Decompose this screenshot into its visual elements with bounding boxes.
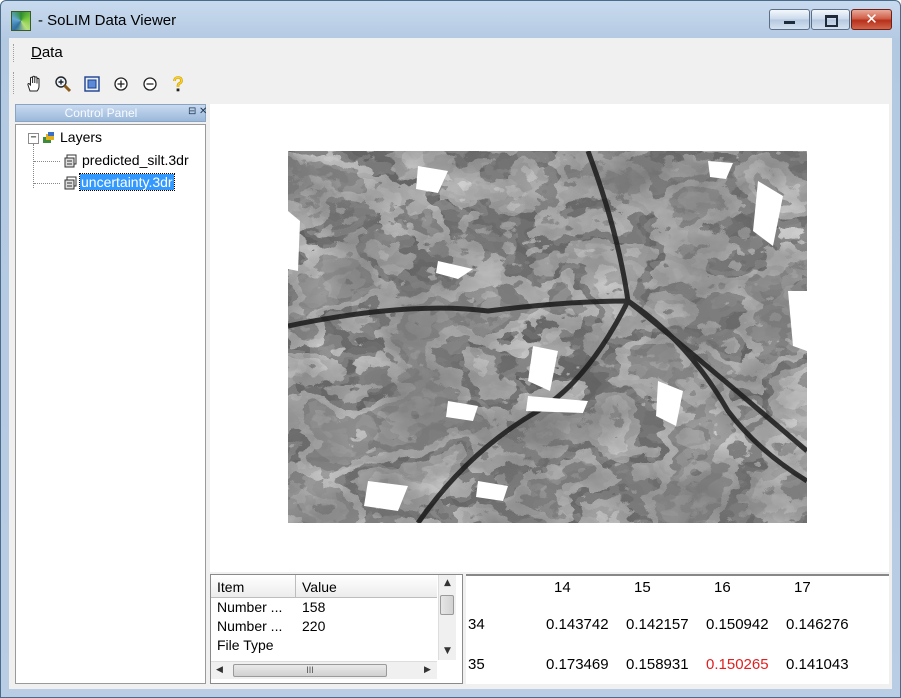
property-item: Number ... [217, 618, 283, 634]
minimize-icon [784, 21, 795, 24]
menu-data-accel: D [31, 44, 42, 61]
grid-cell-value[interactable]: 0.141043 [786, 656, 849, 673]
property-item: File Type [217, 637, 274, 653]
close-icon: ✕ [865, 10, 878, 28]
full-extent-icon[interactable] [81, 73, 103, 95]
control-panel-title: Control Panel [64, 106, 138, 120]
scroll-left-icon[interactable]: ◀ [211, 662, 228, 679]
panel-close-icon[interactable]: ✕ [199, 106, 207, 117]
column-header-value-label: Value [302, 579, 337, 595]
tree-line [33, 144, 34, 188]
toolbar [9, 68, 892, 100]
table-row[interactable]: Number ... 158 [211, 598, 437, 617]
properties-grid[interactable]: Item Value Number ... 158 Number ... 220… [210, 574, 463, 684]
grid-cell-value[interactable]: 0.143742 [546, 616, 609, 633]
zoom-in-plus-icon[interactable] [110, 73, 132, 95]
grid-column-header: 16 [714, 579, 731, 596]
grid-cell-value[interactable]: 0.146276 [786, 616, 849, 633]
grid-column-header: 15 [634, 579, 651, 596]
column-header-value[interactable]: Value [296, 575, 437, 597]
scroll-right-icon[interactable]: ▶ [419, 662, 436, 679]
grid-row-header: 35 [468, 656, 485, 673]
raster-layer-icon [64, 176, 77, 190]
grid-row-header: 34 [468, 616, 485, 633]
layer-predicted-silt[interactable]: predicted_silt.3dr [82, 152, 189, 168]
tree-root-layers[interactable]: Layers [60, 129, 102, 145]
property-item: Number ... [217, 599, 283, 615]
grid-cell-value[interactable]: 0.142157 [626, 616, 689, 633]
zoom-in-icon[interactable] [52, 73, 74, 95]
pan-hand-icon[interactable] [23, 73, 45, 95]
identify-question-icon[interactable] [167, 73, 189, 95]
grid-cell-value[interactable]: 0.150265 [706, 656, 769, 673]
client-area: Data Control Panel ⊟ ✕ − Layers predicte… [9, 38, 892, 689]
zoom-out-minus-icon[interactable] [139, 73, 161, 95]
raster-image[interactable] [288, 151, 807, 523]
scroll-up-icon[interactable]: ▲ [439, 575, 456, 592]
layer-tree[interactable]: − Layers predicted_silt.3dr uncertainty.… [15, 124, 206, 684]
cell-value-grid[interactable]: 14 15 16 17 34 0.143742 0.142157 0.150942 0.1462… [466, 574, 889, 684]
table-row[interactable]: File Type [211, 636, 437, 655]
close-button[interactable]: ✕ [851, 9, 892, 30]
layer-uncertainty[interactable]: uncertainty.3dr [79, 173, 175, 191]
grid-column-header: 17 [794, 579, 811, 596]
grid-cell-value[interactable]: 0.173469 [546, 656, 609, 673]
window-frame: - SoLIM Data Viewer ✕ Data Control Panel… [0, 0, 901, 698]
control-panel-header: Control Panel ⊟ ✕ [15, 104, 207, 122]
grid-column-header: 14 [554, 579, 571, 596]
menu-bar: Data [9, 38, 892, 68]
maximize-icon [825, 15, 838, 27]
pin-icon[interactable]: ⊟ [188, 106, 196, 117]
menu-data[interactable]: Data [23, 43, 71, 62]
menu-grip[interactable] [13, 44, 16, 62]
tree-line [34, 183, 60, 184]
column-header-item[interactable]: Item [211, 575, 296, 597]
tree-line [34, 161, 60, 162]
maximize-button[interactable] [811, 9, 850, 30]
horizontal-scroll-thumb[interactable]: III [233, 664, 387, 677]
map-view[interactable] [210, 104, 889, 572]
minimize-button[interactable] [769, 9, 810, 30]
toolbar-grip[interactable] [13, 72, 16, 94]
title-bar[interactable]: - SoLIM Data Viewer ✕ [1, 1, 900, 39]
property-value: 158 [302, 599, 326, 615]
property-value: 220 [302, 618, 326, 634]
grid-cell-value[interactable]: 0.150942 [706, 616, 769, 633]
window-title: - SoLIM Data Viewer [38, 12, 177, 29]
menu-data-rest: ata [41, 44, 63, 61]
vertical-scrollbar[interactable]: ▲ ▼ [438, 575, 456, 660]
properties-header: Item Value [211, 575, 437, 598]
collapse-toggle-icon[interactable]: − [28, 133, 39, 144]
scroll-down-icon[interactable]: ▼ [439, 643, 456, 660]
horizontal-scrollbar[interactable]: ◀ III ▶ [211, 661, 437, 679]
column-header-item-label: Item [217, 579, 245, 595]
app-icon [11, 11, 31, 31]
vertical-scroll-thumb[interactable] [440, 595, 454, 615]
raster-layer-icon [64, 154, 77, 168]
layers-icon [43, 132, 54, 143]
table-row[interactable]: Number ... 220 [211, 617, 437, 636]
grid-cell-value[interactable]: 0.158931 [626, 656, 689, 673]
